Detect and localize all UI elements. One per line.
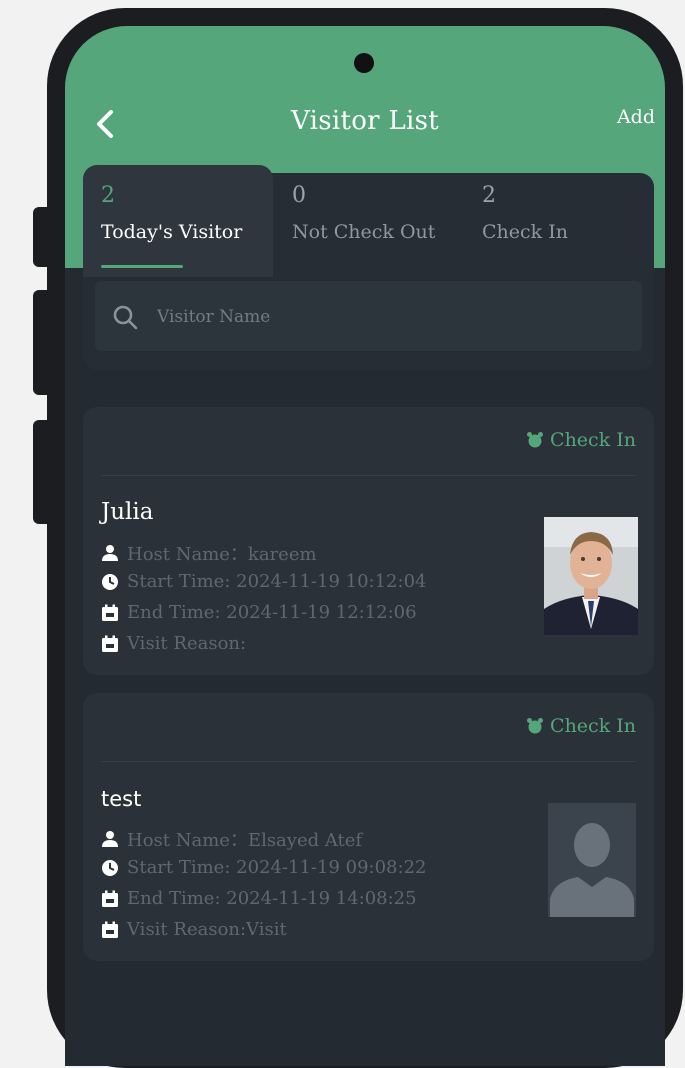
calendar-icon: [102, 635, 118, 652]
visit-reason: Visit Reason:: [127, 633, 247, 654]
end-time: End Time: 2024-11-19 12:12:06: [127, 602, 417, 623]
tab-label: Check In: [482, 221, 568, 243]
tab-not-check-out[interactable]: 0 Not Check Out: [292, 183, 462, 243]
host-name-row: Host Name：Elsayed Atef: [101, 826, 362, 852]
tab-label: Not Check Out: [292, 221, 436, 243]
visit-reason-row: Visit Reason:Visit: [101, 919, 287, 940]
card-divider: [101, 761, 636, 762]
active-tab-indicator: [101, 265, 183, 268]
person-icon: [102, 545, 118, 561]
host-name: Host Name：Elsayed Atef: [127, 830, 363, 851]
status-label: Check In: [550, 429, 636, 451]
tab-count: 0: [292, 183, 306, 208]
calendar-icon: [102, 921, 118, 938]
tab-label: Today's Visitor: [101, 221, 243, 243]
host-name: Host Name：kareem: [127, 544, 317, 565]
tabs-search-panel: 2 Today's Visitor 0 Not Check Out 2 Chec…: [83, 165, 654, 370]
check-in-status: Check In: [526, 429, 636, 451]
tab-check-in[interactable]: 2 Check In: [482, 183, 652, 243]
clock-icon: [102, 573, 118, 590]
visitor-name: Julia: [101, 499, 154, 525]
page-title: Visitor List: [290, 106, 440, 136]
host-name-row: Host Name：kareem: [101, 540, 317, 566]
add-visitor-button[interactable]: Add: [617, 106, 655, 128]
start-time: Start Time: 2024-11-19 10:12:04: [127, 571, 427, 592]
tab-count: 2: [101, 183, 115, 208]
clock-icon: [102, 859, 118, 876]
calendar-icon: [102, 604, 118, 621]
start-time: Start Time: 2024-11-19 09:08:22: [127, 857, 427, 878]
check-in-status: Check In: [526, 715, 636, 737]
calendar-icon: [102, 890, 118, 907]
alarm-clock-icon: [527, 718, 544, 734]
visitor-card[interactable]: Check In test Host Name：Elsayed Atef Sta…: [83, 693, 654, 961]
tab-todays-visitor[interactable]: 2 Today's Visitor: [101, 183, 271, 243]
visitor-name-search-input[interactable]: [155, 299, 629, 335]
start-time-row: Start Time: 2024-11-19 09:08:22: [101, 857, 426, 878]
visitor-name: test: [101, 787, 142, 811]
search-box: [95, 281, 642, 351]
visit-reason-row: Visit Reason:: [101, 633, 246, 654]
app-screen: Visitor List Add 2 Today's Visitor 0 Not…: [65, 26, 665, 1066]
front-camera: [354, 53, 374, 73]
visit-reason: Visit Reason:Visit: [127, 919, 287, 940]
alarm-clock-icon: [527, 432, 544, 448]
visitor-card[interactable]: Check In Julia Host Name：kareem Start Ti…: [83, 407, 654, 675]
visitor-photo[interactable]: [544, 517, 638, 635]
end-time-row: End Time: 2024-11-19 12:12:06: [101, 602, 417, 623]
end-time-row: End Time: 2024-11-19 14:08:25: [101, 888, 417, 909]
search-icon: [113, 305, 138, 330]
status-label: Check In: [550, 715, 636, 737]
person-icon: [102, 831, 118, 847]
avatar-placeholder-icon[interactable]: [548, 803, 636, 917]
card-divider: [101, 475, 636, 476]
tab-count: 2: [482, 183, 496, 208]
phone-frame: Visitor List Add 2 Today's Visitor 0 Not…: [47, 8, 683, 1068]
start-time-row: Start Time: 2024-11-19 10:12:04: [101, 571, 426, 592]
end-time: End Time: 2024-11-19 14:08:25: [127, 888, 417, 909]
